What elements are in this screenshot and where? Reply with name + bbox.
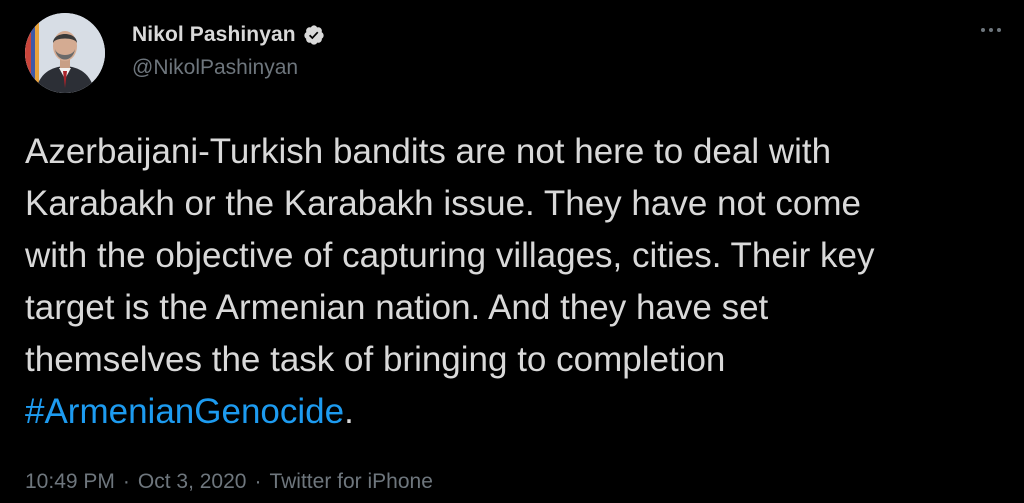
tweet-line: themselves the task of bringing to compl… xyxy=(25,340,726,379)
tweet-text: Azerbaijani-Turkish bandits are not here… xyxy=(25,126,1010,438)
meta-separator: · xyxy=(254,470,262,493)
tweet-trailing: . xyxy=(344,392,354,431)
tweet-date[interactable]: Oct 3, 2020 xyxy=(138,470,247,494)
tweet-meta: 10:49 PM · Oct 3, 2020 · Twitter for iPh… xyxy=(25,470,433,494)
dot xyxy=(997,28,1001,32)
tweet-line: with the objective of capturing villages… xyxy=(25,236,875,275)
tweet-line: Azerbaijani-Turkish bandits are not here… xyxy=(25,132,832,171)
verified-badge-icon xyxy=(303,24,325,46)
dot xyxy=(981,28,985,32)
display-name[interactable]: Nikol Pashinyan xyxy=(132,23,296,47)
tweet-line: target is the Armenian nation. And they … xyxy=(25,288,769,327)
user-handle[interactable]: @NikolPashinyan xyxy=(132,56,325,80)
user-info: Nikol Pashinyan @NikolPashinyan xyxy=(132,20,325,80)
avatar[interactable] xyxy=(25,13,105,93)
tweet-time[interactable]: 10:49 PM xyxy=(25,470,115,494)
dot xyxy=(989,28,993,32)
tweet-line: Karabakh or the Karabakh issue. They hav… xyxy=(25,184,861,223)
hashtag-link[interactable]: #ArmenianGenocide xyxy=(25,392,344,431)
tweet-card: Nikol Pashinyan @NikolPashinyan Azerbaij… xyxy=(0,0,1024,503)
tweet-source[interactable]: Twitter for iPhone xyxy=(269,470,432,494)
name-row: Nikol Pashinyan xyxy=(132,20,325,50)
meta-separator: · xyxy=(122,470,130,493)
person-avatar-icon xyxy=(25,13,105,93)
more-options-icon[interactable] xyxy=(974,18,1008,42)
